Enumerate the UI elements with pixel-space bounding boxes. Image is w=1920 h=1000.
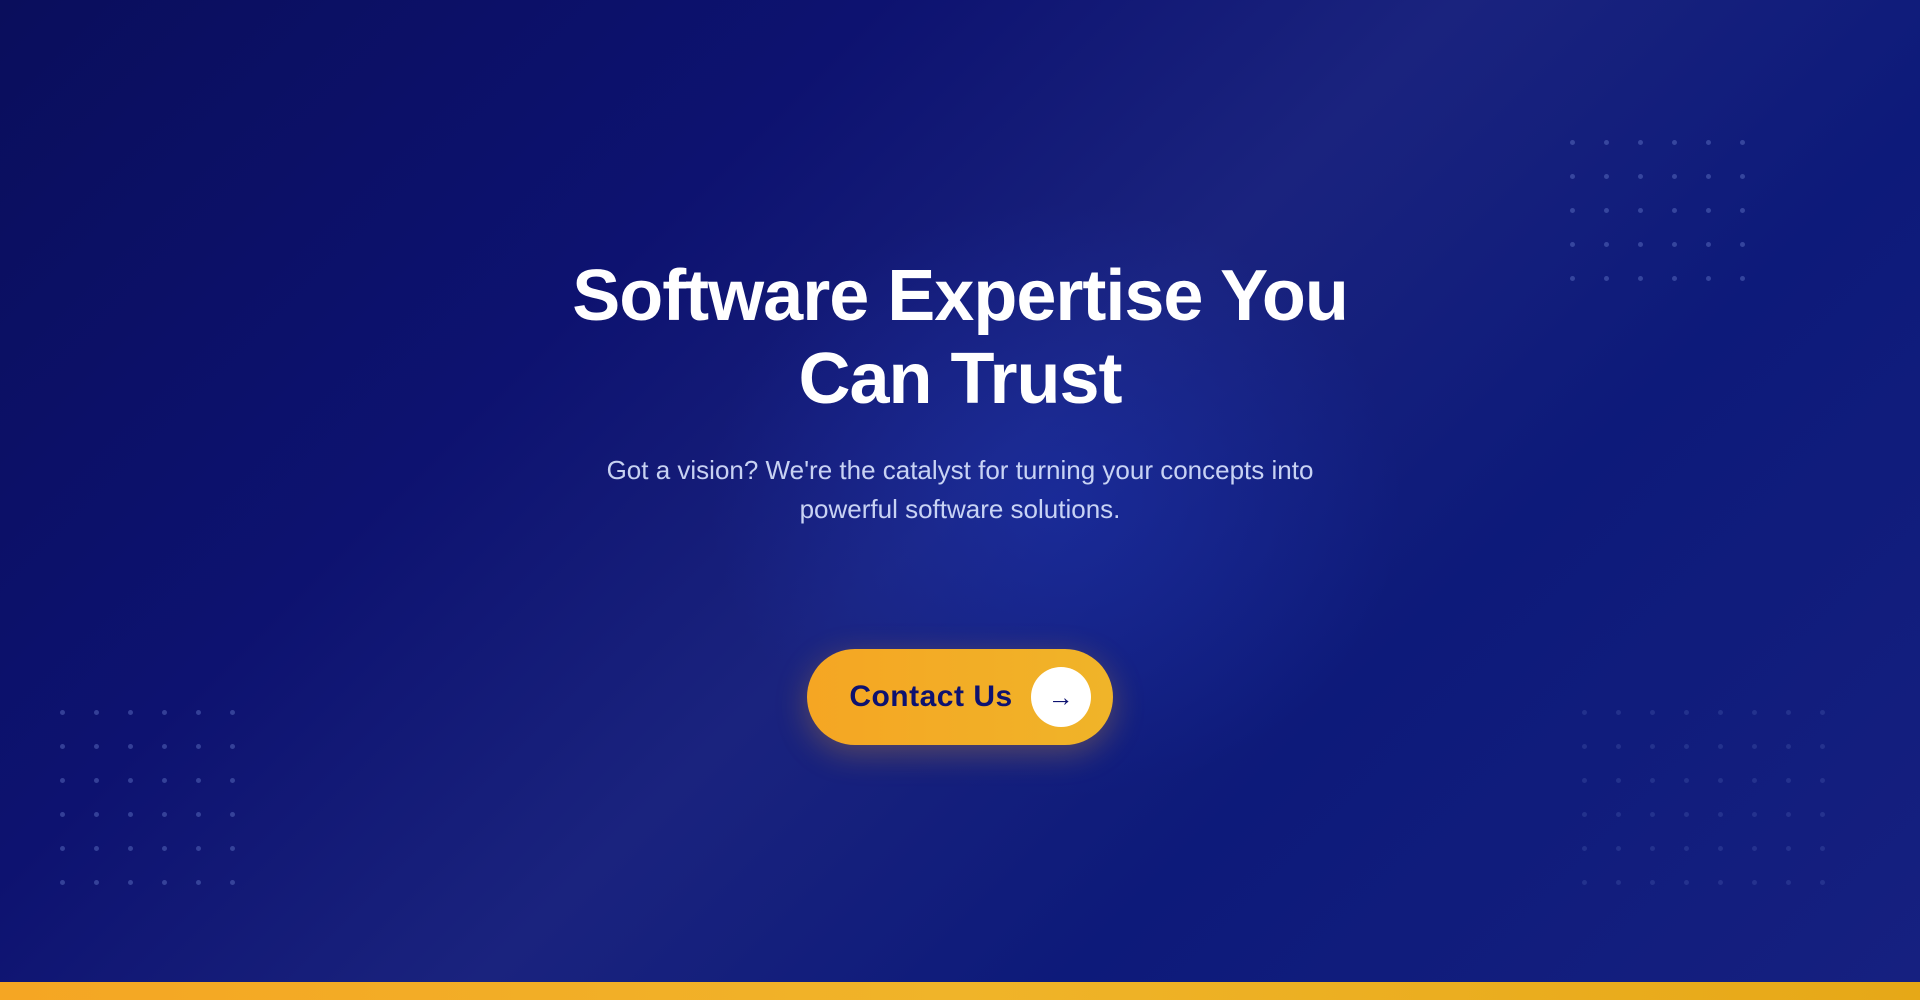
dot-grid-bottom-right bbox=[1582, 710, 1840, 900]
dot-grid-top-right bbox=[1570, 140, 1760, 296]
dot-grid-bottom-left bbox=[60, 710, 250, 900]
cta-arrow-circle: → bbox=[1031, 667, 1091, 727]
arrow-right-icon: → bbox=[1048, 684, 1074, 710]
hero-section: Software Expertise You Can Trust Got a v… bbox=[0, 0, 1920, 1000]
hero-title: Software Expertise You Can Trust bbox=[500, 255, 1420, 421]
content-wrapper: Software Expertise You Can Trust Got a v… bbox=[460, 255, 1460, 745]
contact-us-button[interactable]: Contact Us → bbox=[807, 649, 1112, 745]
cta-button-label: Contact Us bbox=[849, 680, 1012, 714]
gold-bottom-bar bbox=[0, 982, 1920, 1000]
hero-subtitle: Got a vision? We're the catalyst for tur… bbox=[570, 451, 1350, 529]
